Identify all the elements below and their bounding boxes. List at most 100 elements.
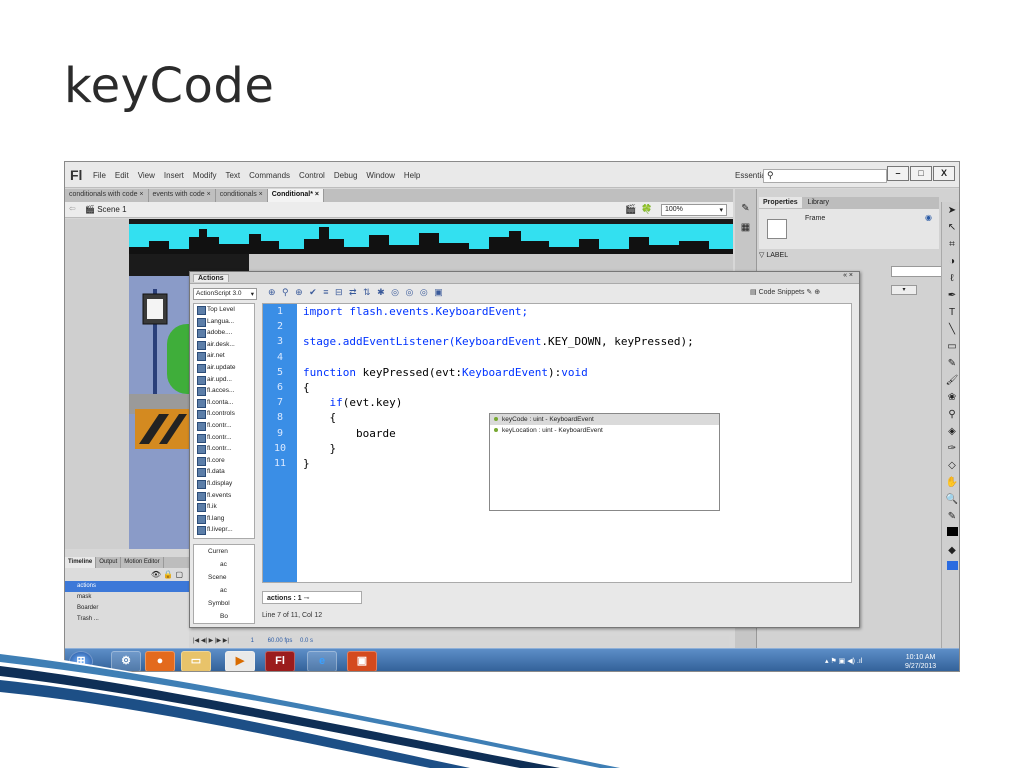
menu-modify[interactable]: Modify bbox=[193, 171, 217, 180]
code-snippets-button[interactable]: ▤ Code Snippets ✎ ⊕ bbox=[750, 288, 820, 296]
eraser-tool-icon[interactable]: ◇ bbox=[942, 457, 959, 474]
rectangle-tool-icon[interactable]: ▭ bbox=[942, 338, 959, 355]
3d-rotation-icon[interactable]: ◑ bbox=[942, 253, 959, 270]
pin-icon[interactable]: ⊸ bbox=[304, 595, 310, 602]
toolbox-item[interactable]: fl.contr... bbox=[194, 443, 254, 455]
toolbox-item[interactable]: air.upd... bbox=[194, 374, 254, 386]
nav-scene-actions[interactable]: ac bbox=[194, 584, 254, 597]
toolbox-item[interactable]: fl.contr... bbox=[194, 432, 254, 444]
actions-toolbox: Top Level Langua... adobe.... air.desk..… bbox=[193, 303, 255, 539]
free-transform-icon[interactable]: ⌗ bbox=[942, 236, 959, 253]
actions-tab[interactable]: Actions bbox=[193, 274, 229, 282]
menu-window[interactable]: Window bbox=[366, 171, 394, 180]
nav-symbol-bo[interactable]: Bo bbox=[194, 610, 254, 623]
tab-events-with-code[interactable]: events with code × bbox=[149, 189, 216, 202]
zoom-tool-icon[interactable]: 🔍 bbox=[942, 491, 959, 508]
grid-icon[interactable]: ▦ bbox=[735, 222, 756, 233]
zoom-select[interactable]: 100% ▾ bbox=[661, 204, 727, 216]
paint-bucket-icon[interactable]: ◈ bbox=[942, 423, 959, 440]
label-type-select[interactable]: ▾ bbox=[891, 285, 917, 295]
toolbox-item[interactable]: fl.controls bbox=[194, 408, 254, 420]
fill-color-icon[interactable]: ◆ bbox=[942, 542, 959, 559]
layer-boarder[interactable]: Boarder bbox=[65, 603, 189, 614]
toolbox-item[interactable]: fl.events bbox=[194, 490, 254, 502]
code-line-6: { bbox=[303, 380, 310, 394]
stroke-color-icon[interactable]: ✎ bbox=[942, 508, 959, 525]
selection-tool-icon[interactable]: ➤ bbox=[942, 202, 959, 219]
pen-tool-icon[interactable]: ✒ bbox=[942, 287, 959, 304]
toolbox-item[interactable]: fl.conta... bbox=[194, 397, 254, 409]
close-button[interactable]: X bbox=[933, 166, 955, 181]
toolbox-item[interactable]: air.update bbox=[194, 362, 254, 374]
back-arrow-icon[interactable]: ⇦ bbox=[69, 204, 76, 213]
toolbox-item[interactable]: Top Level bbox=[194, 304, 254, 316]
bone-tool-icon[interactable]: ⚲ bbox=[942, 406, 959, 423]
edit-scene-icon[interactable]: 🎬 bbox=[625, 204, 636, 215]
layer-trash[interactable]: Trash ... bbox=[65, 614, 189, 625]
code-editor[interactable]: 1 2 3 4 5 6 7 8 9 10 11 import flash.eve… bbox=[262, 303, 852, 583]
tab-conditional-active[interactable]: Conditional* × bbox=[267, 189, 324, 202]
menu-view[interactable]: View bbox=[138, 171, 155, 180]
line-number: 3 bbox=[276, 336, 284, 348]
menu-insert[interactable]: Insert bbox=[164, 171, 184, 180]
menu-file[interactable]: File bbox=[93, 171, 106, 180]
tab-timeline[interactable]: Timeline bbox=[65, 557, 97, 568]
brush-icon[interactable]: ✎ bbox=[735, 203, 756, 214]
menu-text[interactable]: Text bbox=[225, 171, 240, 180]
line-tool-icon[interactable]: ╲ bbox=[942, 321, 959, 338]
toolbox-item[interactable]: air.net bbox=[194, 350, 254, 362]
toolbox-item[interactable]: fl.contr... bbox=[194, 420, 254, 432]
code-hint-item[interactable]: keyCode : uint - KeyboardEvent bbox=[490, 414, 719, 425]
nav-actions-frame[interactable]: ac bbox=[194, 558, 254, 571]
toolbox-item[interactable]: fl.display bbox=[194, 478, 254, 490]
toolbox-item[interactable]: fl.livepr... bbox=[194, 524, 254, 536]
menu-control[interactable]: Control bbox=[299, 171, 325, 180]
maximize-button[interactable]: □ bbox=[910, 166, 932, 181]
toolbox-item[interactable]: adobe.... bbox=[194, 327, 254, 339]
fill-swatch-fill bbox=[946, 561, 958, 570]
toolbox-item[interactable]: fl.ik bbox=[194, 501, 254, 513]
fill-swatch[interactable] bbox=[942, 559, 959, 576]
layer-actions[interactable]: actions bbox=[65, 581, 189, 592]
tab-library[interactable]: Library bbox=[804, 197, 833, 208]
toolbox-item[interactable]: fl.core bbox=[194, 455, 254, 467]
tab-conditionals[interactable]: conditionals × bbox=[216, 189, 268, 202]
code-hint-item[interactable]: keyLocation : uint - KeyboardEvent bbox=[490, 425, 719, 436]
nav-current-selection[interactable]: Curren bbox=[194, 545, 254, 558]
lasso-tool-icon[interactable]: ℓ bbox=[942, 270, 959, 287]
brush-tool-icon[interactable]: 🖌 bbox=[942, 372, 959, 389]
script-tab[interactable]: actions : 1 ⊸ bbox=[262, 591, 362, 604]
actions-toolbar-icons[interactable]: ⊕ ⚲ ⊕ ✔ ≡ ⊟ ⇄ ⇅ ✱ ◎ ◎ ◎ ▣ bbox=[268, 287, 445, 298]
pencil-tool-icon[interactable]: ✎ bbox=[942, 355, 959, 372]
tab-properties[interactable]: Properties bbox=[759, 197, 802, 208]
hand-tool-icon[interactable]: ✋ bbox=[942, 474, 959, 491]
minimize-button[interactable]: – bbox=[887, 166, 909, 181]
toolbox-item[interactable]: fl.acces... bbox=[194, 385, 254, 397]
panel-close-icon[interactable]: « × bbox=[843, 272, 853, 279]
text-tool-icon[interactable]: T bbox=[942, 304, 959, 321]
tab-output[interactable]: Output bbox=[96, 557, 122, 568]
label-name-input[interactable] bbox=[891, 266, 947, 277]
label-section[interactable]: ▽ LABEL bbox=[759, 251, 788, 259]
menu-edit[interactable]: Edit bbox=[115, 171, 129, 180]
tab-conditionals-with-code[interactable]: conditionals with code × bbox=[65, 189, 149, 202]
tab-motion-editor[interactable]: Motion Editor bbox=[121, 557, 164, 568]
menu-help[interactable]: Help bbox=[404, 171, 420, 180]
toolbox-item[interactable]: fl.data bbox=[194, 466, 254, 478]
toolbox-item[interactable]: air.desk... bbox=[194, 339, 254, 351]
nav-symbol[interactable]: Symbol bbox=[194, 597, 254, 610]
layer-mask[interactable]: mask bbox=[65, 592, 189, 603]
menu-debug[interactable]: Debug bbox=[334, 171, 358, 180]
language-select[interactable]: ActionScript 3.0 ▾ bbox=[193, 288, 257, 300]
stroke-swatch[interactable] bbox=[942, 525, 959, 542]
help-search-input[interactable]: ⚲ bbox=[763, 169, 887, 183]
toolbox-item[interactable]: Langua... bbox=[194, 316, 254, 328]
nav-scene[interactable]: Scene bbox=[194, 571, 254, 584]
toolbox-item[interactable]: fl.lang bbox=[194, 513, 254, 525]
menu-commands[interactable]: Commands bbox=[249, 171, 290, 180]
eyedropper-icon[interactable]: ✑ bbox=[942, 440, 959, 457]
subselection-tool-icon[interactable]: ↖ bbox=[942, 219, 959, 236]
edit-symbol-icon[interactable]: 🍀 bbox=[641, 204, 652, 215]
deco-tool-icon[interactable]: ❀ bbox=[942, 389, 959, 406]
help-icon[interactable]: ◉ bbox=[925, 213, 932, 222]
